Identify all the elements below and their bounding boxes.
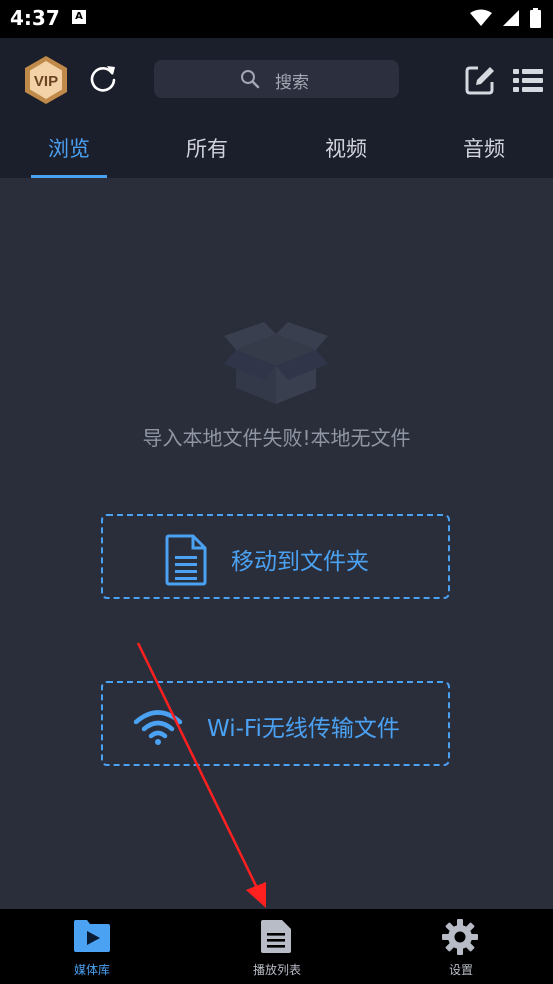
move-to-folder-button[interactable]: 移动到文件夹 <box>101 514 450 599</box>
refresh-button[interactable] <box>88 63 118 93</box>
tab-bar: 浏览 所有 视频 音频 <box>0 124 553 178</box>
list-menu-button[interactable] <box>513 64 543 96</box>
tab-audio[interactable]: 音频 <box>415 124 553 178</box>
search-placeholder: 搜索 <box>275 73 309 93</box>
tab-video[interactable]: 视频 <box>277 124 415 178</box>
vip-hexagon-icon: VIP <box>25 56 67 104</box>
edit-button[interactable] <box>464 64 496 96</box>
notification-icon: A <box>72 10 86 24</box>
gear-icon <box>442 919 478 955</box>
media-folder-icon <box>74 920 110 952</box>
nav-media-library[interactable]: 媒体库 <box>27 909 157 984</box>
move-to-folder-label: 移动到文件夹 <box>231 549 369 575</box>
nav-settings-label: 设置 <box>448 963 473 977</box>
vip-label: VIP <box>34 73 58 90</box>
bottom-nav: 媒体库 播放列表 设置 <box>0 909 553 984</box>
nav-settings[interactable]: 设置 <box>396 909 526 984</box>
search-input[interactable]: 搜索 <box>154 60 399 98</box>
search-icon <box>241 70 260 89</box>
nav-media-library-label: 媒体库 <box>73 963 110 977</box>
nav-playlist-label: 播放列表 <box>252 963 301 977</box>
tab-all[interactable]: 所有 <box>138 124 276 178</box>
status-indicators <box>470 8 541 28</box>
wifi-icon <box>133 710 183 745</box>
edit-icon <box>465 66 494 95</box>
active-tab-indicator <box>31 175 107 178</box>
vip-badge[interactable]: VIP <box>22 54 70 106</box>
playlist-icon <box>261 920 291 953</box>
list-menu-icon <box>513 69 543 92</box>
empty-box-icon <box>224 322 328 404</box>
status-time: 4:37 <box>10 6 60 30</box>
nav-playlist[interactable]: 播放列表 <box>212 909 342 984</box>
wifi-icon <box>470 9 492 26</box>
top-bar: VIP 搜索 <box>0 38 553 124</box>
tab-browse[interactable]: 浏览 <box>0 124 138 178</box>
battery-icon <box>530 8 541 28</box>
refresh-icon <box>90 66 116 92</box>
wifi-transfer-button[interactable]: Wi-Fi无线传输文件 <box>101 681 450 766</box>
status-bar: 4:37 A <box>0 0 553 38</box>
empty-state-message: 导入本地文件失败!本地无文件 <box>142 426 411 450</box>
wifi-transfer-label: Wi-Fi无线传输文件 <box>207 716 400 742</box>
document-icon <box>165 534 207 586</box>
signal-icon <box>503 10 519 26</box>
